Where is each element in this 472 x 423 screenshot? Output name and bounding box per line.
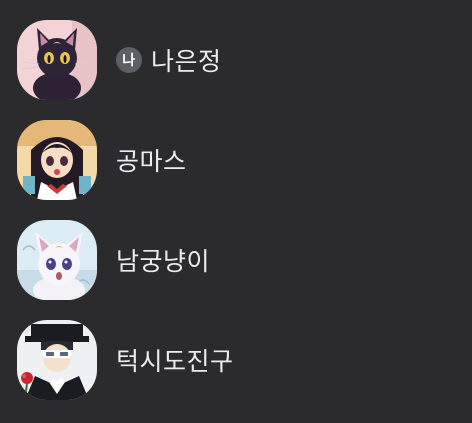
friend-name: 나은정 [151, 47, 222, 76]
friend-name: 턱시도진구 [116, 347, 234, 376]
tuxedo-mask-avatar-icon[interactable] [17, 320, 97, 400]
artemis-cat-avatar-icon[interactable] [17, 220, 97, 300]
friend-name-row: 턱시도진구 [116, 342, 234, 378]
friend-list: 나 나은정 공마스 남궁냥이 턱시도진구 [0, 0, 472, 423]
friend-name: 남궁냥이 [116, 247, 211, 276]
friend-row-self[interactable]: 나 나은정 [0, 10, 472, 110]
friend-name-row: 나 나은정 [116, 42, 222, 78]
luna-cat-avatar-icon[interactable] [17, 20, 97, 100]
rei-avatar-icon[interactable] [17, 120, 97, 200]
friend-name-row: 공마스 [116, 142, 187, 178]
friend-row[interactable]: 턱시도진구 [0, 310, 472, 410]
me-badge: 나 [116, 47, 142, 73]
friend-row[interactable]: 공마스 [0, 110, 472, 210]
friend-name: 공마스 [116, 147, 187, 176]
friend-name-row: 남궁냥이 [116, 242, 210, 278]
friend-row[interactable]: 남궁냥이 [0, 210, 472, 310]
